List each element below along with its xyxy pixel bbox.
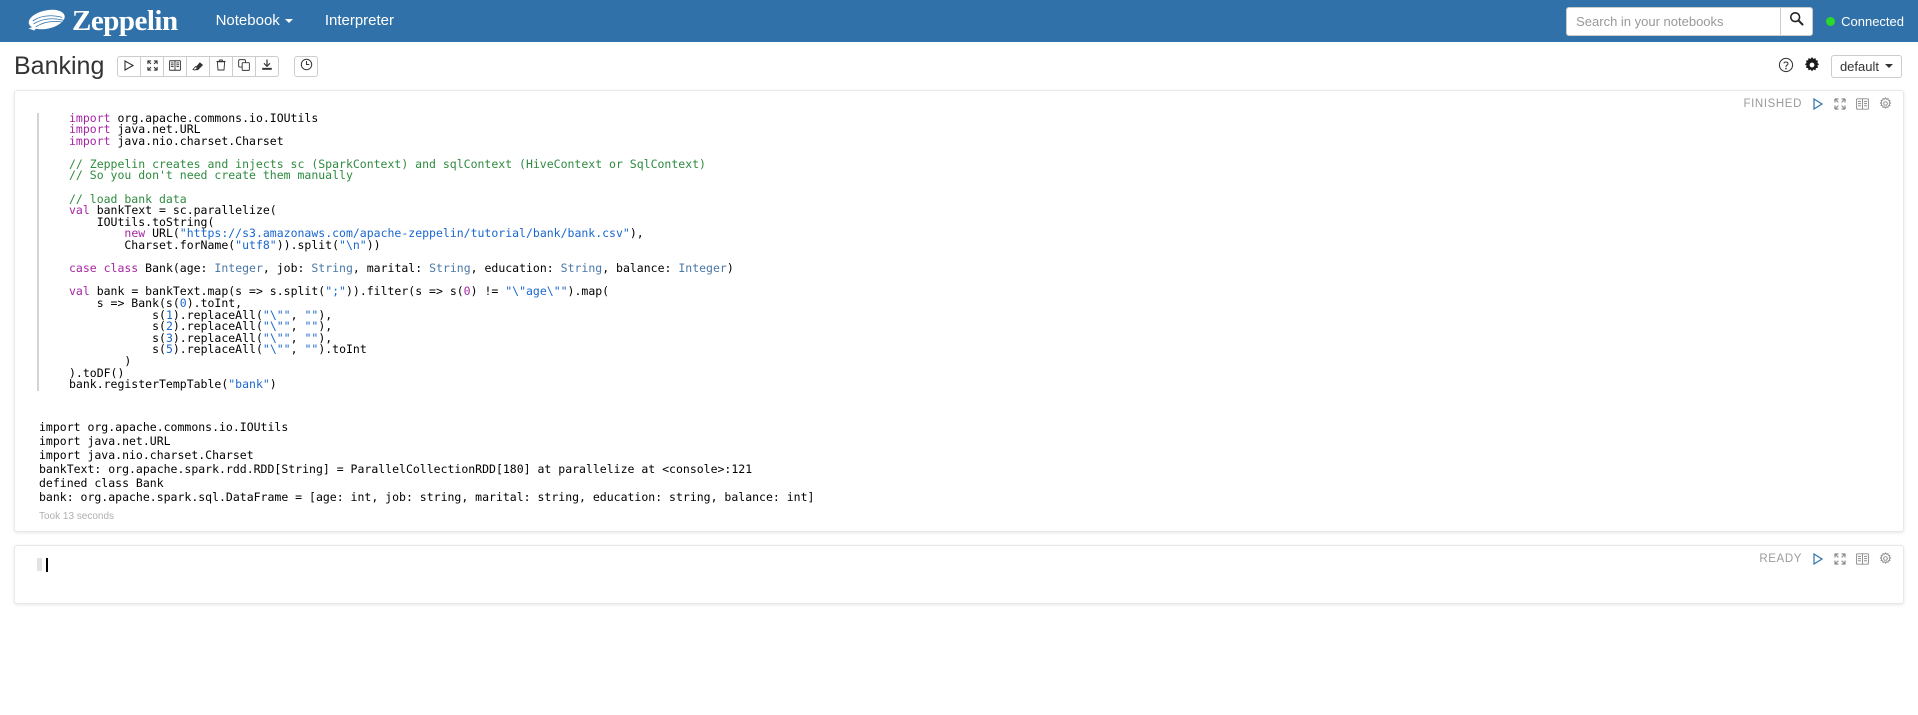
code-token: , job: bbox=[262, 261, 312, 276]
code-token: 0 bbox=[463, 284, 471, 299]
code-token: ";" bbox=[325, 284, 346, 299]
interpreter-select-label: default bbox=[1839, 58, 1879, 74]
code-token: ).replaceAll( bbox=[172, 342, 263, 357]
connection-status-label: Connected bbox=[1841, 13, 1904, 29]
chevron-down-icon bbox=[284, 19, 293, 24]
code-token: Charset.forName( bbox=[69, 238, 236, 253]
code-token: ), bbox=[629, 226, 644, 241]
code-token: ) bbox=[269, 377, 277, 392]
code-token: Integer bbox=[214, 261, 263, 276]
run-all-paragraphs-button[interactable] bbox=[117, 55, 142, 77]
code-token: ) != bbox=[470, 284, 506, 299]
delete-notebook-button[interactable] bbox=[209, 55, 234, 77]
code-token: "\"age\"" bbox=[505, 284, 568, 299]
code-token: ).map( bbox=[567, 284, 610, 299]
paragraph[interactable]: READY bbox=[14, 545, 1904, 605]
keyboard-shortcuts-button[interactable] bbox=[1778, 57, 1794, 76]
paragraph-execution-time: Took 13 seconds bbox=[39, 511, 115, 523]
code-token: String bbox=[311, 261, 353, 276]
notebook-header: Banking default bbox=[0, 42, 1918, 90]
connection-status-dot bbox=[1826, 16, 1836, 26]
code-token: Bank(age: bbox=[138, 261, 215, 276]
download-icon bbox=[261, 58, 273, 74]
code-token: import bbox=[69, 133, 111, 148]
brand-name: Zeppelin bbox=[72, 4, 178, 37]
code-token: "utf8" bbox=[235, 238, 277, 253]
toggle-paragraph-code-button[interactable] bbox=[1856, 553, 1869, 565]
top-navbar: Zeppelin Notebook Interpreter Connected bbox=[0, 0, 1918, 42]
code-token: bank.registerTempTable( bbox=[69, 377, 229, 392]
code-token: java.nio.charset.Charset bbox=[110, 133, 284, 148]
navbar-right: Connected bbox=[1566, 6, 1904, 36]
code-token: case class bbox=[69, 261, 139, 276]
play-icon bbox=[124, 59, 135, 74]
search-icon bbox=[1789, 11, 1804, 31]
code-token: String bbox=[429, 261, 471, 276]
gear-icon bbox=[1804, 56, 1820, 76]
book-icon bbox=[169, 59, 182, 74]
paragraph-editor[interactable] bbox=[15, 546, 1903, 603]
code-token: , bbox=[290, 342, 305, 357]
export-notebook-button[interactable] bbox=[255, 55, 280, 77]
code-token: ) bbox=[726, 261, 734, 276]
code-token: String bbox=[560, 261, 603, 276]
question-circle-icon bbox=[1778, 57, 1794, 76]
clear-output-button[interactable] bbox=[186, 55, 211, 77]
code-token: )).filter(s => s( bbox=[345, 284, 464, 299]
nav-links: Notebook Interpreter bbox=[200, 0, 410, 42]
code-token: "" bbox=[304, 342, 319, 357]
notebook-search bbox=[1566, 6, 1814, 36]
code-token: "bank" bbox=[228, 377, 270, 392]
search-input[interactable] bbox=[1566, 6, 1781, 36]
editor-gutter-marker bbox=[37, 558, 42, 572]
paragraph-settings-button[interactable] bbox=[1879, 552, 1892, 565]
toggle-collapse-button[interactable] bbox=[140, 55, 165, 77]
paragraph-editor[interactable]: import org.apache.commons.io.IOUtils imp… bbox=[15, 91, 1903, 408]
code-token: , education: bbox=[470, 261, 561, 276]
trash-icon bbox=[216, 59, 226, 74]
code-token: "\"" bbox=[262, 342, 291, 357]
interpreter-select[interactable]: default bbox=[1830, 54, 1902, 78]
interpreter-binding-button[interactable] bbox=[1804, 56, 1820, 76]
code-editor-content[interactable]: import org.apache.commons.io.IOUtils imp… bbox=[37, 112, 1903, 392]
nav-link-notebook-label: Notebook bbox=[215, 12, 280, 29]
code-token: )) bbox=[366, 238, 381, 253]
paragraph-status-bar: READY bbox=[1759, 552, 1892, 565]
chevron-down-icon bbox=[1885, 64, 1893, 68]
eraser-icon bbox=[192, 59, 204, 74]
run-paragraph-button[interactable] bbox=[1812, 552, 1824, 565]
connection-status: Connected bbox=[1826, 14, 1904, 29]
brand-home-link[interactable]: Zeppelin bbox=[14, 5, 178, 38]
code-token: // So you don't need create them manuall… bbox=[69, 168, 353, 183]
nav-link-notebook[interactable]: Notebook bbox=[200, 0, 309, 42]
code-token: "\n" bbox=[339, 238, 367, 253]
code-token: 5 bbox=[165, 342, 173, 357]
page-title[interactable]: Banking bbox=[14, 53, 104, 79]
notebook-toolbar bbox=[117, 55, 280, 77]
code-token: , balance: bbox=[602, 261, 679, 276]
collapse-icon bbox=[147, 59, 158, 74]
toggle-code-button[interactable] bbox=[163, 55, 188, 77]
toggle-paragraph-output-button[interactable] bbox=[1834, 553, 1846, 565]
copy-icon bbox=[238, 58, 251, 74]
paragraph[interactable]: FINISHED import org.apache.commons.io.IO… bbox=[14, 90, 1904, 533]
search-button[interactable] bbox=[1780, 6, 1814, 36]
code-token: , marital: bbox=[352, 261, 430, 276]
code-token: )).split( bbox=[276, 238, 340, 253]
paragraph-output: import org.apache.commons.io.IOUtils imp… bbox=[39, 420, 815, 505]
zeppelin-airship-icon bbox=[24, 6, 68, 36]
code-token: ).toInt bbox=[318, 342, 367, 357]
clone-notebook-button[interactable] bbox=[232, 55, 257, 77]
clock-icon bbox=[300, 58, 313, 74]
code-token: Integer bbox=[678, 261, 727, 276]
version-history-button[interactable] bbox=[294, 55, 319, 77]
status-badge: READY bbox=[1759, 552, 1802, 565]
notebook-body: FINISHED import org.apache.commons.io.IO… bbox=[0, 90, 1918, 605]
text-cursor bbox=[46, 558, 48, 573]
notebook-header-right: default bbox=[1768, 54, 1902, 78]
nav-link-interpreter[interactable]: Interpreter bbox=[309, 0, 410, 42]
